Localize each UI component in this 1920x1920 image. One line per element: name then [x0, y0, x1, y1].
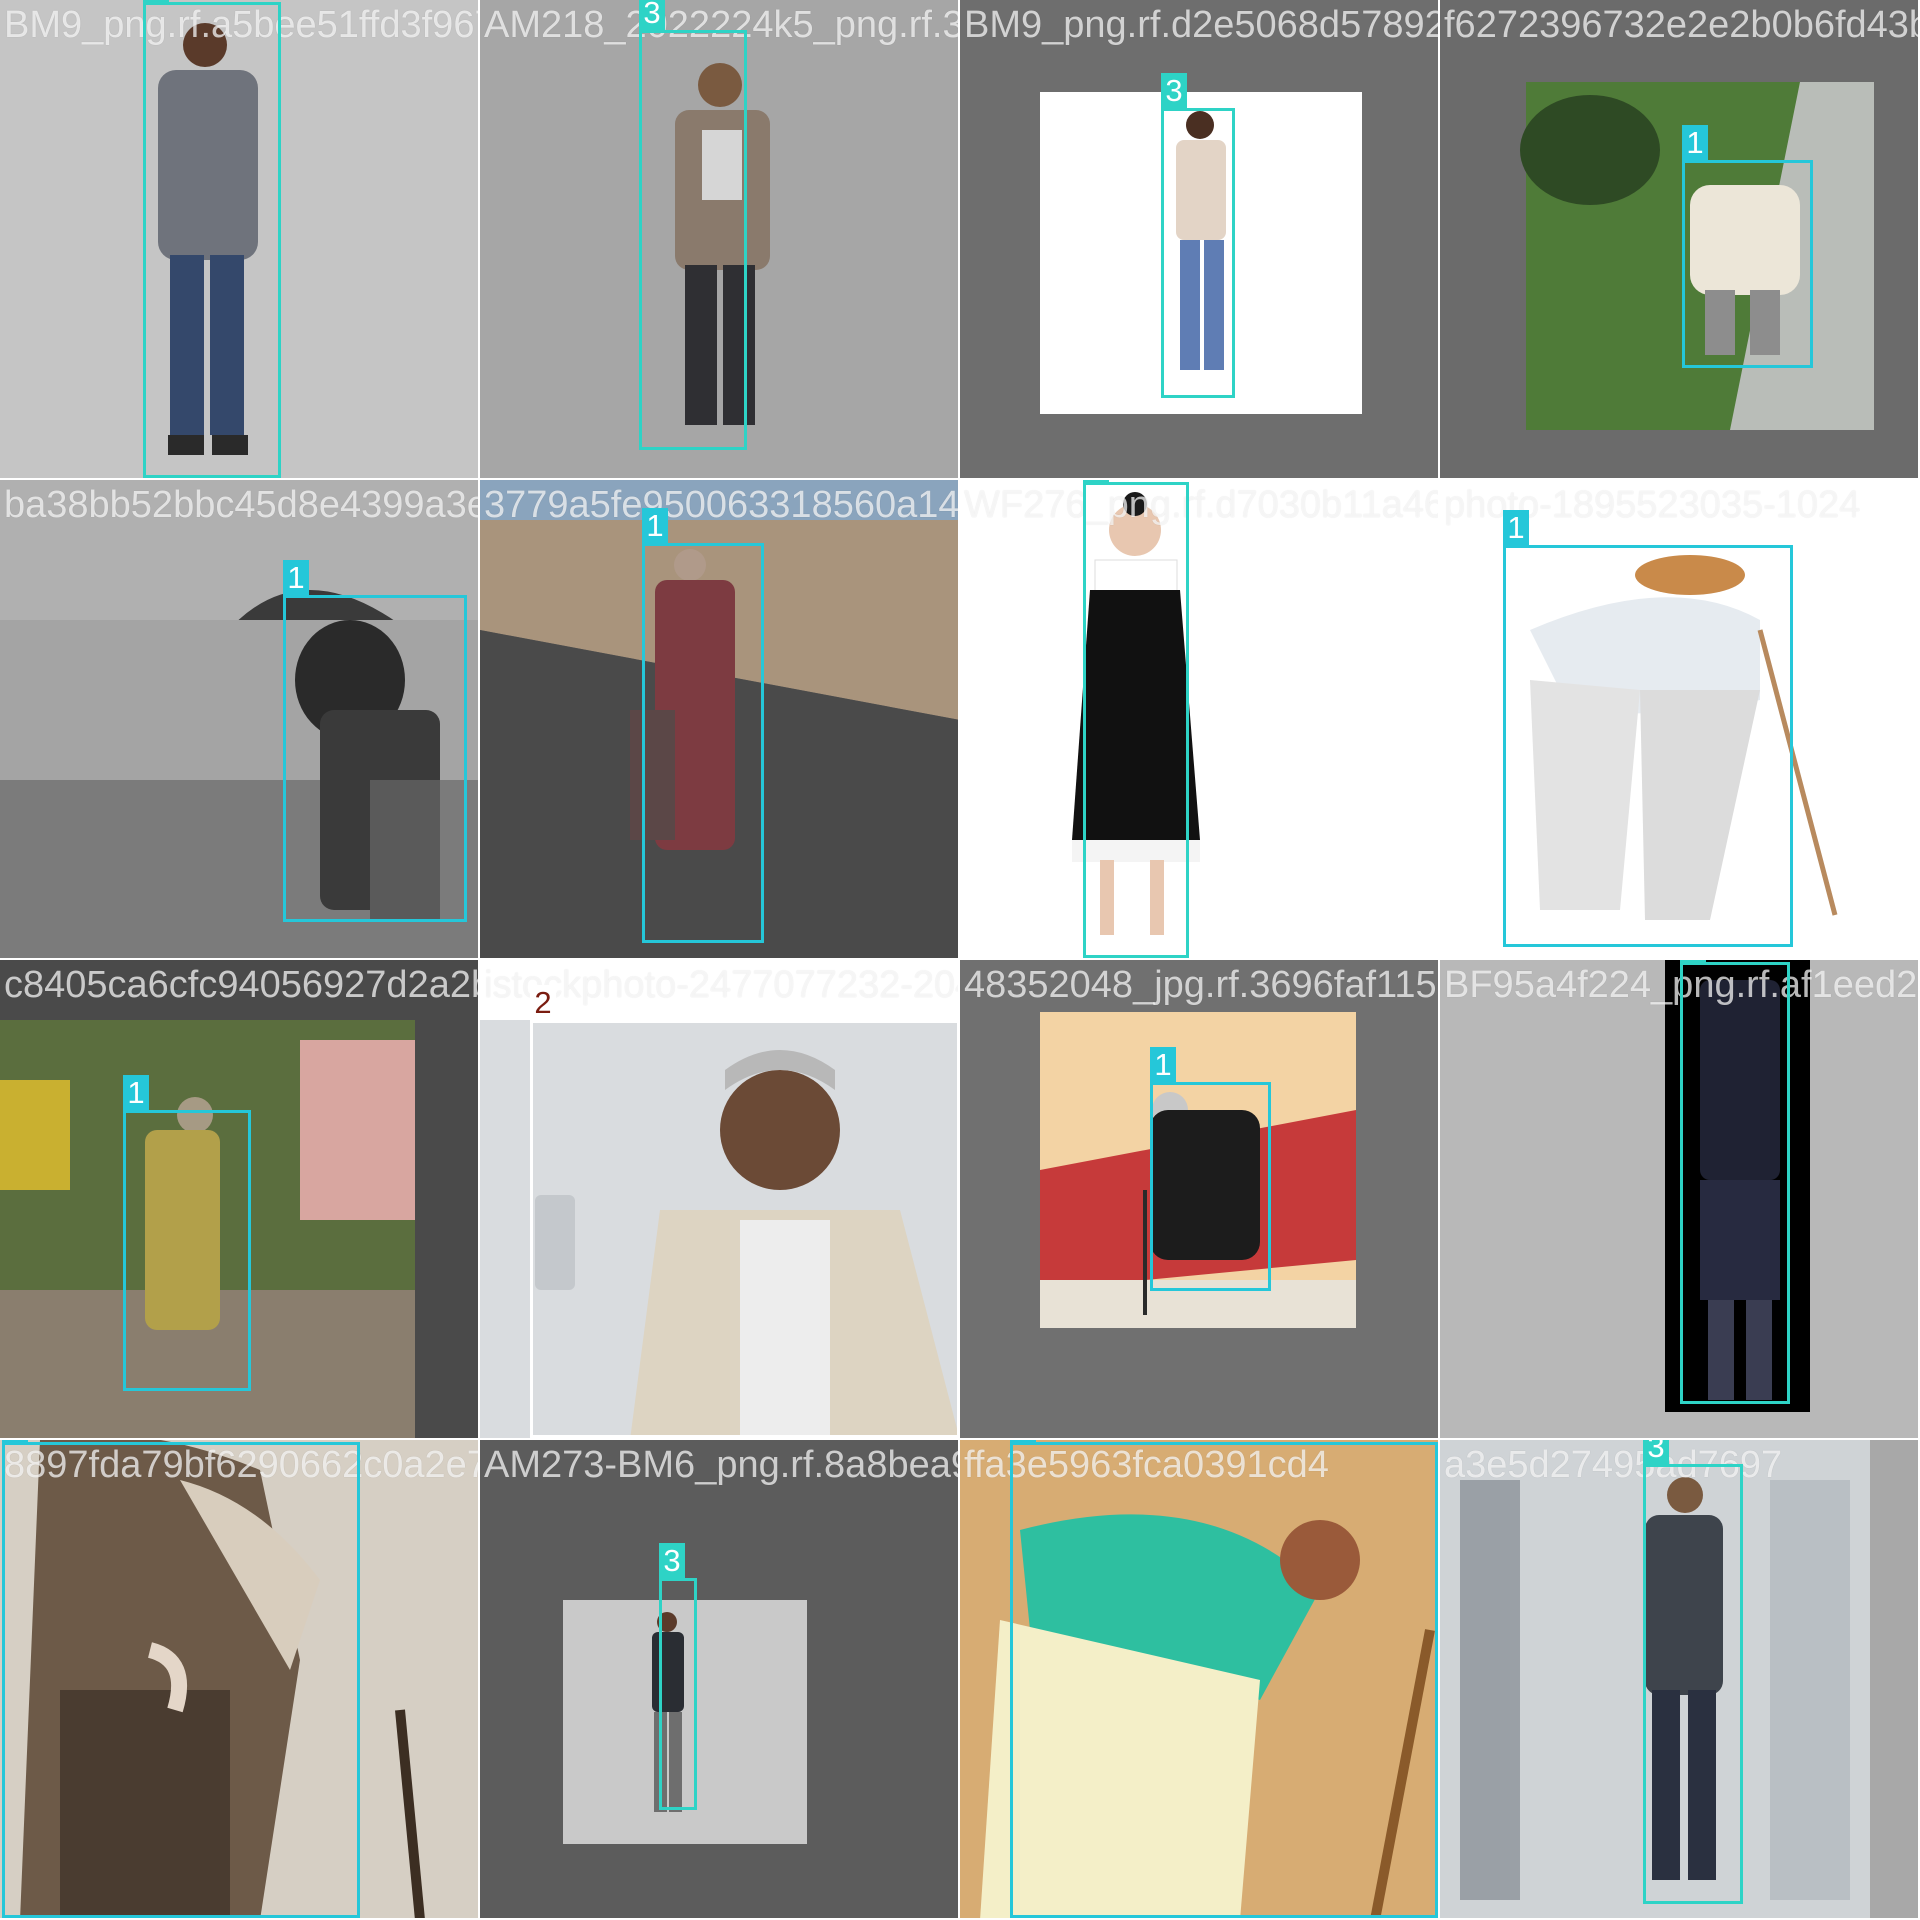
mosaic-tile: 8897fda79bf6290662c0a2e7AM273-BM6_png.rf…: [0, 1440, 480, 1920]
bounding-box: 1: [1010, 1440, 1438, 1918]
bounding-box: 3: [1161, 73, 1235, 398]
class-label: 2: [530, 985, 556, 1021]
mosaic-tile: f6272396732e2e2b0b6fd43b 1: [1440, 0, 1920, 480]
bounding-box: 1: [1150, 1047, 1271, 1291]
mosaic-tile: BM9_png.rf.d2e5068d578924bc9f6272396732e…: [960, 0, 1440, 480]
bounding-box: 1: [1682, 125, 1813, 368]
mosaic-tile: istockphoto-2477077232-2048352048 2: [480, 960, 960, 1440]
mosaic-tile: ba38bb52bbc45d8e4399a3e3779a5fe950063318…: [0, 480, 480, 960]
person-photo: [1440, 0, 1918, 478]
mosaic-tile: BM9_png.rf.a5bee51ffd3f967AM2182022224k5…: [0, 0, 480, 480]
bounding-box: 1: [123, 1075, 251, 1391]
mosaic-tile: c8405ca6cfc94056927d2a2bistockphoto-2477…: [0, 960, 480, 1440]
class-label: 1: [1010, 1440, 1036, 1443]
mosaic-tile: AM218_2022224k5_png.rf.38aM9_png.rf.a5 3: [480, 0, 960, 480]
person-photo: [480, 1440, 958, 1918]
bounding-box: 2: [530, 985, 958, 1438]
class-label: 3: [1680, 960, 1706, 963]
mosaic-tile: 48352048_jpg.rf.3696faf1150ed5f95a4f224 …: [960, 960, 1440, 1440]
bounding-box: 3: [1083, 480, 1189, 958]
mosaic-tile: 3779a5fe950063318560a14 1: [480, 480, 960, 960]
class-label: 1: [123, 1075, 149, 1111]
bounding-box: 3: [1680, 960, 1790, 1404]
class-label: 1: [1503, 510, 1529, 546]
class-label: 3: [659, 1543, 685, 1579]
class-label: 1: [1682, 125, 1708, 161]
mosaic-tile: WF276_png.rf.d7030b11a46a9e9ba9f9d618952…: [960, 480, 1440, 960]
class-label: 1: [1150, 1047, 1176, 1083]
bounding-box: 1: [1503, 510, 1793, 947]
mosaic-tile: BF95a4f224_png.rf.af1eed2 3: [1440, 960, 1920, 1440]
bounding-box: 3: [1643, 1440, 1743, 1904]
bounding-box: 1: [642, 508, 764, 943]
class-label: 1: [642, 508, 668, 544]
person-photo: [960, 480, 1438, 958]
bounding-box: 1: [283, 560, 467, 922]
mosaic-tile: a3e5d27495ad7697 3: [1440, 1440, 1920, 1920]
bounding-box: 3: [659, 1543, 697, 1810]
mosaic-tile: ffa3e5963fca0391cd4 1: [960, 1440, 1440, 1920]
bounding-box: 1: [2, 1440, 360, 1918]
mosaic-tile: AM273-BM6_png.rf.8a8bea9 3: [480, 1440, 960, 1920]
bounding-box: 3: [639, 0, 747, 450]
mosaic-tile: photo-1895523035-1024 1: [1440, 480, 1920, 960]
class-label: 3: [639, 0, 665, 31]
class-label: 1: [283, 560, 309, 596]
class-label: 3: [1161, 73, 1187, 109]
class-label: 3: [1643, 1440, 1669, 1465]
augmented-training-mosaic: BM9_png.rf.a5bee51ffd3f967AM2182022224k5…: [0, 0, 1920, 1920]
bounding-box: 3: [143, 0, 281, 478]
class-label: 3: [1083, 480, 1109, 483]
class-label: 1: [2, 1440, 28, 1443]
class-label: 3: [143, 0, 169, 3]
